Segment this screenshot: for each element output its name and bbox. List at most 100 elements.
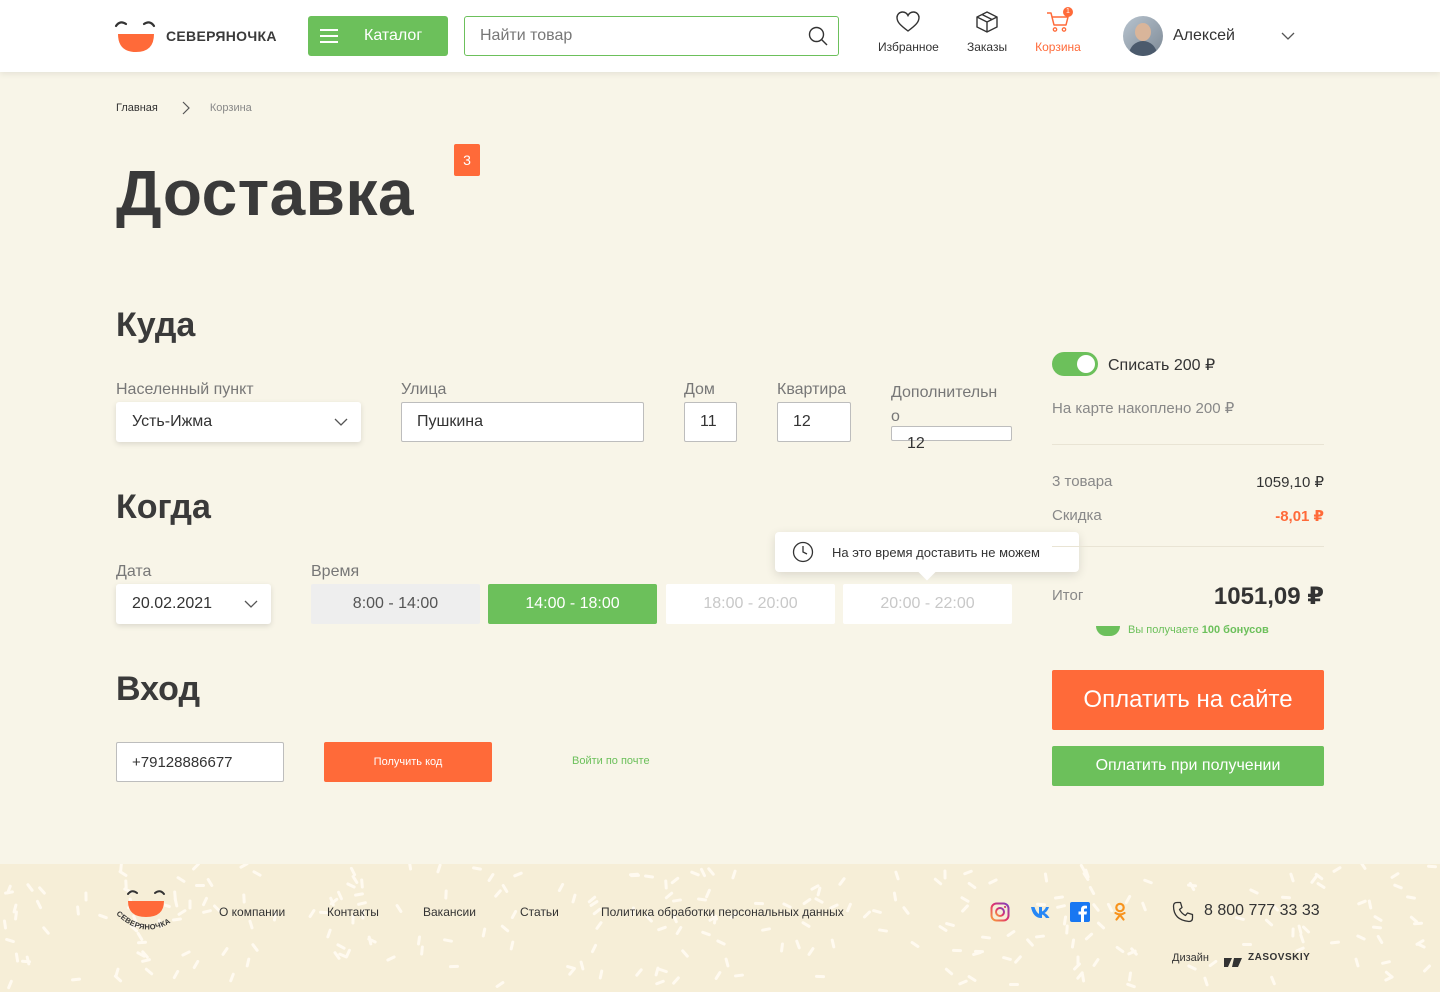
footer-pattern-dash [937,924,949,933]
footer-pattern-dash [634,967,644,978]
footer-pattern-dash [1125,982,1137,989]
footer-pattern-dash [700,930,712,937]
footer-pattern-dash [481,927,487,938]
footer-pattern-dash [20,959,32,964]
house-value: 11 [700,413,717,430]
nav-favorites[interactable]: Избранное [878,10,939,54]
footer-pattern-dash [353,892,365,897]
extra-label: Дополнительн о [891,381,997,429]
phone-value: +79128886677 [132,753,233,771]
footer-pattern-dash [1356,899,1368,906]
footer-pattern-dash [6,979,14,990]
footer-pattern-dash [113,974,123,983]
footer-pattern-dash [248,919,254,930]
pay-online-button[interactable]: Оплатить на сайте [1052,670,1324,730]
smile-logo-icon[interactable] [114,18,158,54]
footer-pattern-dash [201,908,213,915]
house-field[interactable]: 11 [684,402,737,442]
footer-pattern-dash [557,882,565,893]
ok-icon[interactable] [1110,902,1130,922]
footer-pattern-dash [671,898,683,903]
apartment-field[interactable]: 12 [777,402,851,442]
footer-pattern-dash [643,874,655,879]
footer-pattern-dash [308,908,316,919]
footer-link-privacy[interactable]: Политика обработки персональных данных [601,905,844,919]
facebook-icon[interactable] [1070,902,1090,922]
footer-pattern-dash [136,940,148,945]
unavailable-tooltip: На это время доставить не можем [775,532,1079,581]
footer-pattern-dash [1088,885,1096,896]
footer-pattern-dash [419,945,425,956]
vk-icon[interactable] [1030,902,1050,922]
footer-pattern-dash [794,939,802,950]
footer-pattern-dash [1269,975,1277,986]
avatar[interactable] [1123,16,1163,56]
house-label: Дом [684,381,715,398]
date-select[interactable]: 20.02.2021 [116,584,271,624]
get-code-button[interactable]: Получить код [324,742,492,782]
breadcrumb-home[interactable]: Главная [116,102,158,114]
footer-pattern-dash [1055,903,1067,910]
footer-pattern-dash [1084,932,1094,941]
extra-label-line1: Дополнительн [891,384,998,401]
nav-orders[interactable]: Заказы [967,10,1007,54]
search-icon[interactable] [808,26,828,46]
city-select[interactable]: Усть-Ижма [116,402,361,442]
footer-link-vacancies[interactable]: Вакансии [423,905,476,919]
footer-pattern-dash [1298,933,1306,944]
time-slot-selected[interactable]: 14:00 - 18:00 [488,584,657,624]
footer-pattern-dash [1186,963,1198,972]
footer-pattern-dash [242,893,246,904]
footer-pattern-dash [704,888,712,899]
time-slot-disabled[interactable]: 20:00 - 22:00 [843,584,1012,624]
footer-pattern-dash [1043,872,1049,883]
footer-pattern-dash [960,903,970,914]
nav-cart[interactable]: 1 Корзина [1034,7,1082,54]
footer-pattern-dash [1289,872,1295,883]
logo-text[interactable]: СЕВЕРЯНОЧКА [166,28,277,44]
discount-label: Скидка [1052,507,1102,524]
extra-field[interactable]: 12 [891,426,1012,452]
footer-link-contacts[interactable]: Контакты [327,905,379,919]
time-slot[interactable]: 8:00 - 14:00 [311,584,480,624]
footer-link-about[interactable]: О компании [219,905,285,919]
footer-phone[interactable]: 8 800 777 33 33 [1204,902,1320,920]
footer-pattern-dash [1315,881,1327,890]
footer-pattern-dash [97,913,109,920]
search-input[interactable] [465,17,785,55]
footer-pattern-dash [579,960,585,971]
footer-pattern-dash [962,869,974,876]
footer-pattern-dash [910,940,920,949]
chevron-down-icon[interactable] [1280,28,1296,44]
footer-pattern-dash [657,967,669,974]
footer-pattern-dash [1140,901,1148,912]
pay-on-delivery-button[interactable]: Оплатить при получении [1052,746,1324,786]
design-brand[interactable]: ZASOVSKIY [1248,952,1310,963]
footer-logo[interactable]: СЕВЕРЯНОЧКА [114,886,184,936]
footer-pattern-dash [175,875,187,884]
footer-pattern-dash [206,877,214,888]
footer-pattern-dash [1371,925,1383,930]
footer-pattern-dash [1142,878,1154,885]
footer-pattern-dash [957,979,969,986]
section-heading-login: Вход [116,670,201,708]
footer-pattern-dash [1415,941,1427,950]
user-name[interactable]: Алексей [1173,27,1235,45]
street-label: Улица [401,381,447,398]
phone-field[interactable]: +79128886677 [116,742,284,782]
footer-pattern-dash [195,884,205,887]
catalog-button[interactable]: Каталог [308,16,448,56]
footer-pattern-dash [188,899,192,910]
footer-pattern-dash [1208,959,1218,968]
search-box [464,16,839,56]
login-by-email-link[interactable]: Войти по почте [572,755,650,767]
footer-pattern-dash [1380,959,1392,966]
footer-pattern-dash [837,876,847,887]
bonus-toggle[interactable] [1052,352,1098,376]
footer-link-articles[interactable]: Статьи [520,905,559,919]
bonus-info: Вы получаете 100 бонусов [1128,624,1269,636]
street-field[interactable]: Пушкина [401,402,644,442]
footer-pattern-dash [1248,887,1260,896]
time-slot-disabled[interactable]: 18:00 - 20:00 [666,584,835,624]
instagram-icon[interactable] [990,902,1010,922]
